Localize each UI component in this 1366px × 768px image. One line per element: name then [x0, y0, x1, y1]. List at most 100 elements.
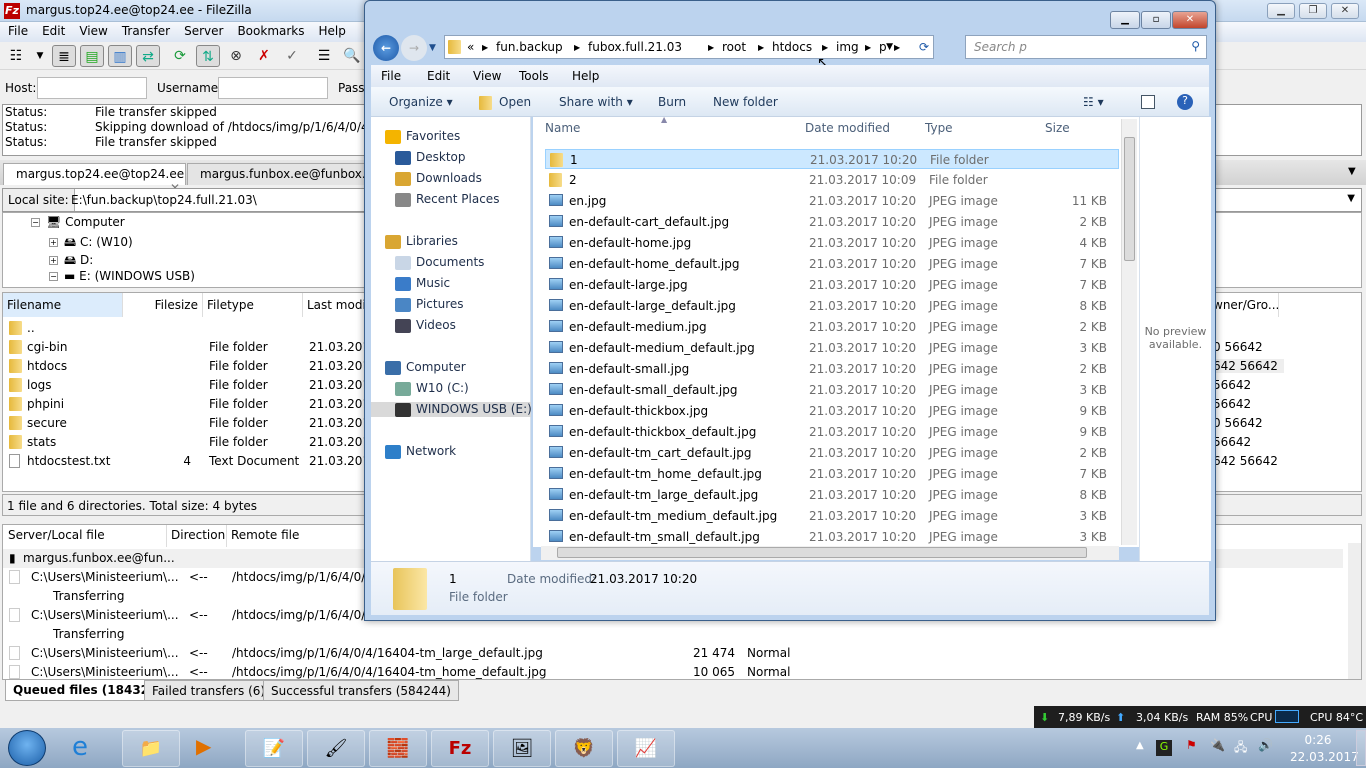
toggle-log-icon[interactable]: ≣: [52, 45, 76, 67]
explorer-menu-help[interactable]: Help: [572, 69, 599, 83]
username-input[interactable]: [218, 77, 328, 99]
breadcrumb-fubox.full.21.03[interactable]: fubox.full.21.03: [588, 40, 682, 54]
explorer-menu-edit[interactable]: Edit: [427, 69, 450, 83]
explorer-minimize-button[interactable]: ▁: [1110, 11, 1140, 29]
refresh-icon[interactable]: ⟳: [919, 40, 929, 54]
file-row[interactable]: 1 21.03.2017 10:20 File folder: [545, 149, 1119, 169]
internet-explorer-icon[interactable]: e: [72, 732, 88, 762]
horizontal-scrollbar[interactable]: [541, 546, 1119, 560]
tab-top24[interactable]: margus.top24.ee@top24.ee✕: [3, 163, 186, 195]
change-view-icon[interactable]: ☷ ▾: [1083, 95, 1104, 109]
close-button[interactable]: ✕: [1331, 3, 1359, 19]
menu-help[interactable]: Help: [311, 22, 352, 38]
queue-row[interactable]: C:\Users\Ministeerium\... <-- /htdocs/img/…: [3, 663, 1343, 679]
file-row[interactable]: en-default-tm_large_default.jpg 21.03.201…: [545, 485, 1119, 505]
column-filesize[interactable]: Filesize: [123, 293, 203, 317]
breadcrumb-separator-icon[interactable]: ▶: [574, 43, 580, 52]
clock[interactable]: 0:26 22.03.2017: [1290, 733, 1359, 764]
column-remote-file[interactable]: Remote file: [227, 525, 367, 547]
file-row[interactable]: en.jpg 21.03.2017 10:20 JPEG image 11 KB: [545, 191, 1119, 211]
toggle-queue-icon[interactable]: ⇄: [136, 45, 160, 67]
minimize-button[interactable]: ▁: [1267, 3, 1295, 19]
host-input[interactable]: [37, 77, 147, 99]
queue-scrollbar[interactable]: [1348, 543, 1361, 679]
nav-videos[interactable]: Videos: [395, 318, 456, 333]
notepad-plus-taskbar-button[interactable]: 📝: [245, 730, 303, 767]
tab-failed-transfers[interactable]: Failed transfers (6): [144, 680, 274, 701]
search-icon[interactable]: 🔍: [340, 45, 364, 67]
directory-comparison-icon[interactable]: ☰: [312, 45, 336, 67]
site-manager-dropdown-icon[interactable]: ▼: [28, 45, 52, 67]
menu-file[interactable]: File: [0, 22, 34, 38]
nav-favorites[interactable]: Favorites: [385, 129, 460, 144]
file-row[interactable]: en-default-medium.jpg 21.03.2017 10:20 JPE…: [545, 317, 1119, 337]
network-icon[interactable]: 🖧: [1234, 738, 1247, 759]
photo-viewer-taskbar-button[interactable]: 🖼: [493, 730, 551, 767]
file-row[interactable]: en-default-tm_cart_default.jpg 21.03.2017…: [545, 443, 1119, 463]
disconnect-icon[interactable]: ✗: [252, 45, 276, 67]
nav-drive-1[interactable]: WINDOWS USB (E:): [371, 402, 532, 417]
menu-transfer[interactable]: Transfer: [114, 22, 176, 38]
brave-taskbar-button[interactable]: 🦁: [555, 730, 613, 767]
restore-button[interactable]: ❐: [1299, 3, 1327, 19]
breadcrumb-separator-icon[interactable]: ▶: [708, 43, 714, 52]
breadcrumb-overflow[interactable]: «: [467, 40, 474, 54]
file-row[interactable]: en-default-small.jpg 21.03.2017 10:20 JPEG…: [545, 359, 1119, 379]
tree-item-computer[interactable]: − 🖥 Computer: [31, 215, 125, 229]
nav-documents[interactable]: Documents: [395, 255, 484, 270]
menu-edit[interactable]: Edit: [34, 22, 71, 38]
column-name[interactable]: Name: [545, 121, 580, 135]
preview-pane-icon[interactable]: [1141, 95, 1155, 109]
local-site-dropdown-icon[interactable]: ▼: [1347, 193, 1355, 204]
breadcrumb-p[interactable]: p: [879, 40, 887, 54]
start-button[interactable]: [8, 730, 46, 766]
firewall-taskbar-button[interactable]: 🧱: [369, 730, 427, 767]
tab-funbox[interactable]: margus.funbox.ee@funbox.ee: [187, 163, 380, 185]
breadcrumb-img[interactable]: img: [836, 40, 859, 54]
explorer-menu-view[interactable]: View: [473, 69, 501, 83]
tree-item-e[interactable]: − ▬ E: (WINDOWS USB): [49, 269, 195, 283]
app-taskbar-button[interactable]: 🖌: [307, 730, 365, 767]
file-row[interactable]: en-default-home_default.jpg 21.03.2017 10…: [545, 254, 1119, 274]
column-direction[interactable]: Direction: [167, 525, 227, 547]
queue-row[interactable]: Transferring: [3, 625, 1343, 644]
column-type[interactable]: Type: [925, 121, 953, 135]
address-dropdown-icon[interactable]: ▼: [886, 42, 893, 52]
reconnect-icon[interactable]: ✓: [280, 45, 304, 67]
local-site-input[interactable]: E:\fun.backup\top24.full.21.03\: [71, 193, 257, 207]
nav-desktop[interactable]: Desktop: [395, 150, 466, 165]
breadcrumb-separator-icon[interactable]: ▶: [482, 43, 488, 52]
file-row[interactable]: en-default-home.jpg 21.03.2017 10:20 JPEG …: [545, 233, 1119, 253]
command-burn[interactable]: Burn: [658, 95, 686, 109]
power-icon[interactable]: 🔌: [1210, 738, 1225, 752]
explorer-close-button[interactable]: ✕: [1172, 11, 1208, 29]
tab-list-icon[interactable]: ▼: [1348, 166, 1356, 177]
action-center-icon[interactable]: ⚑: [1186, 738, 1197, 752]
site-manager-icon[interactable]: ☷: [4, 45, 28, 67]
menu-bookmarks[interactable]: Bookmarks: [229, 22, 310, 38]
cancel-icon[interactable]: ⊗: [224, 45, 248, 67]
command-newfolder[interactable]: New folder: [713, 95, 778, 109]
forward-button[interactable]: →: [401, 35, 427, 61]
search-box[interactable]: Search p ⚲: [965, 35, 1207, 59]
queue-row[interactable]: C:\Users\Ministeerium\... <-- /htdocs/img/…: [3, 644, 1343, 663]
file-row[interactable]: en-default-thickbox_default.jpg 21.03.201…: [545, 422, 1119, 442]
nav-network[interactable]: Network: [385, 444, 456, 459]
nav-downloads[interactable]: Downloads: [395, 171, 482, 186]
file-row[interactable]: en-default-cart_default.jpg 21.03.2017 10…: [545, 212, 1119, 232]
nav-computer[interactable]: Computer: [385, 360, 466, 375]
resource-monitor-taskbar-button[interactable]: 📈: [617, 730, 675, 767]
windows-explorer-taskbar-button[interactable]: 📁: [122, 730, 180, 767]
column-filetype[interactable]: Filetype: [203, 293, 303, 317]
scroll-thumb[interactable]: [557, 547, 1087, 558]
column-owner-group[interactable]: wner/Gro...: [1209, 293, 1279, 317]
file-row[interactable]: en-default-large.jpg 21.03.2017 10:20 JPEG…: [545, 275, 1119, 295]
toggle-remote-tree-icon[interactable]: ▥: [108, 45, 132, 67]
recent-pages-icon[interactable]: ▼: [429, 43, 436, 53]
file-row[interactable]: en-default-medium_default.jpg 21.03.2017 …: [545, 338, 1119, 358]
explorer-maximize-button[interactable]: ▫: [1141, 11, 1171, 29]
breadcrumb-fun.backup[interactable]: fun.backup: [496, 40, 563, 54]
address-bar[interactable]: ▼ ⟳ « ▶ fun.backup ▶ fubox.full.21.03 ▶ root ▶ h…: [444, 35, 934, 59]
back-button[interactable]: ←: [373, 35, 399, 61]
filezilla-taskbar-button[interactable]: Fz: [431, 730, 489, 767]
